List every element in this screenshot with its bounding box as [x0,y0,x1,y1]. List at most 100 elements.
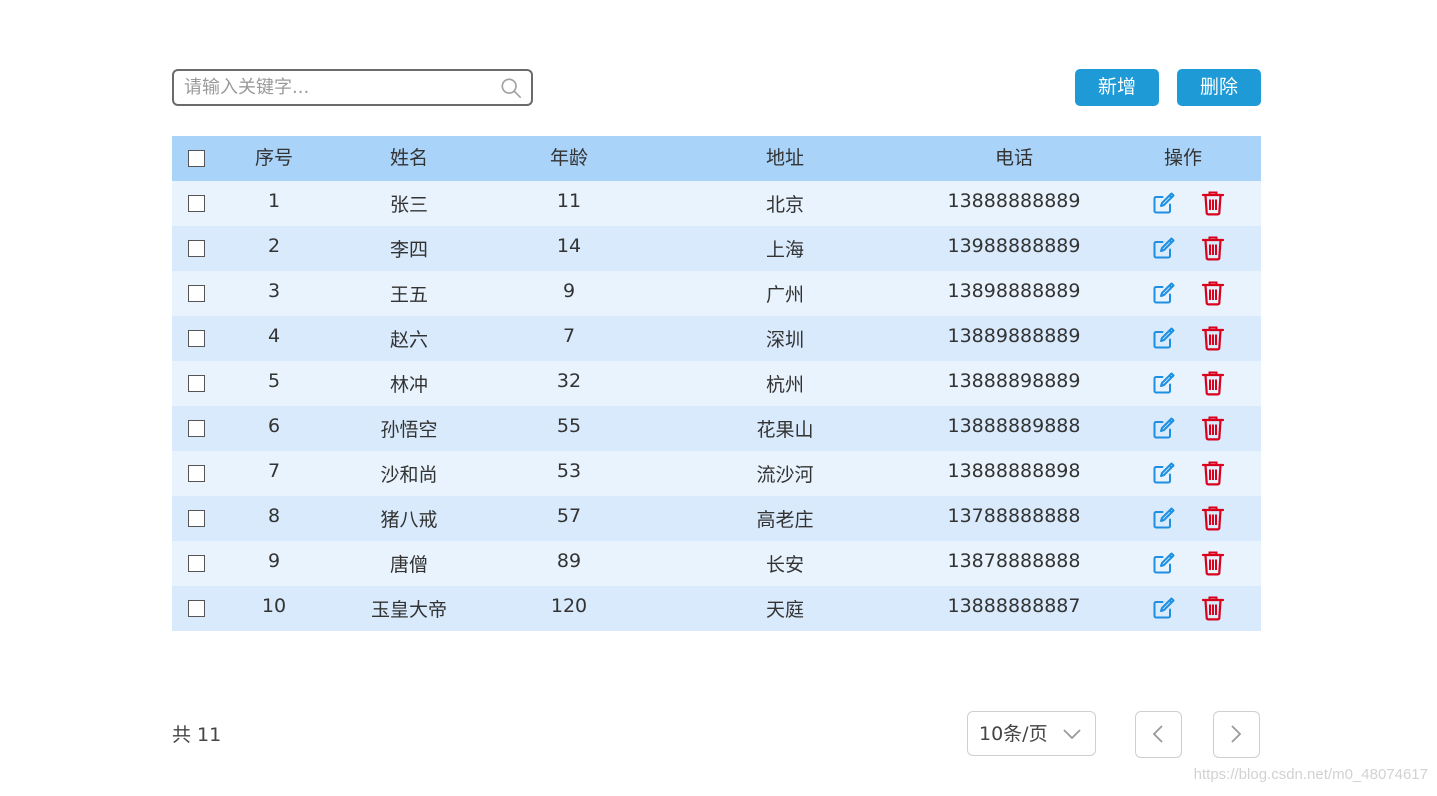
cell-index: 10 [261,595,287,617]
header-address: 地址 [765,147,804,169]
page-size-label: 10条/页 [979,723,1048,745]
cell-address: 花果山 [756,419,814,441]
select-all-checkbox[interactable] [188,150,205,167]
watermark: https://blog.csdn.net/m0_48074617 [1193,766,1428,783]
cell-phone: 13878888888 [947,550,1081,572]
cell-age: 9 [562,280,576,302]
edit-icon[interactable] [1152,371,1176,395]
row-checkbox[interactable] [188,510,205,527]
table-header-row: 序号 姓名 年龄 地址 电话 操作 [172,136,1261,181]
chevron-left-icon [1152,725,1163,743]
row-checkbox[interactable] [188,555,205,572]
cell-name: 赵六 [389,329,428,351]
cell-address: 天庭 [765,599,804,621]
cell-age: 14 [556,235,582,257]
trash-icon[interactable] [1201,415,1225,441]
cell-name: 王五 [389,284,428,306]
row-checkbox[interactable] [188,465,205,482]
cell-age: 89 [556,550,582,572]
edit-icon[interactable] [1152,281,1176,305]
search-icon[interactable] [500,77,522,99]
search-input[interactable] [184,71,484,104]
cell-address: 长安 [765,554,804,576]
edit-icon[interactable] [1152,191,1176,215]
chevron-down-icon [1063,729,1081,740]
cell-index: 4 [267,325,281,347]
cell-age: 7 [562,325,576,347]
header-age: 年龄 [549,147,588,169]
trash-icon[interactable] [1201,460,1225,486]
prev-page-button[interactable] [1135,711,1182,758]
edit-icon[interactable] [1152,236,1176,260]
cell-address: 广州 [765,284,804,306]
cell-age: 120 [550,595,588,617]
add-button[interactable]: 新增 [1075,69,1159,106]
cell-name: 孙悟空 [380,419,438,441]
row-checkbox[interactable] [188,195,205,212]
cell-age: 53 [556,460,582,482]
row-checkbox[interactable] [188,375,205,392]
cell-phone: 13889888889 [947,325,1081,347]
cell-index: 5 [267,370,281,392]
header-phone: 电话 [994,147,1033,169]
trash-icon[interactable] [1201,550,1225,576]
cell-name: 林冲 [389,374,428,396]
edit-icon[interactable] [1152,461,1176,485]
cell-index: 8 [267,505,281,527]
page-size-select[interactable]: 10条/页 [967,711,1096,756]
delete-button[interactable]: 删除 [1177,69,1261,106]
cell-phone: 13888888889 [947,190,1081,212]
trash-icon[interactable] [1201,190,1225,216]
row-checkbox[interactable] [188,600,205,617]
table-row: 7 沙和尚 53 流沙河 13888888898 [172,451,1261,496]
edit-icon[interactable] [1152,416,1176,440]
cell-address: 高老庄 [756,509,814,531]
chevron-right-icon [1231,725,1242,743]
cell-name: 李四 [389,239,428,261]
cell-address: 深圳 [765,329,804,351]
header-name: 姓名 [389,147,428,169]
header-actions: 操作 [1163,147,1202,169]
trash-icon[interactable] [1201,325,1225,351]
cell-address: 北京 [765,194,804,216]
row-checkbox[interactable] [188,420,205,437]
cell-index: 2 [267,235,281,257]
cell-phone: 13788888888 [947,505,1081,527]
trash-icon[interactable] [1201,370,1225,396]
cell-address: 流沙河 [756,464,814,486]
table-row: 6 孙悟空 55 花果山 13888889888 [172,406,1261,451]
next-page-button[interactable] [1213,711,1260,758]
edit-icon[interactable] [1152,326,1176,350]
table-row: 1 张三 11 北京 13888888889 [172,181,1261,226]
cell-age: 55 [556,415,582,437]
trash-icon[interactable] [1201,505,1225,531]
row-checkbox[interactable] [188,240,205,257]
cell-name: 沙和尚 [380,464,438,486]
cell-name: 唐僧 [389,554,428,576]
edit-icon[interactable] [1152,506,1176,530]
table-row: 10 玉皇大帝 120 天庭 13888888887 [172,586,1261,631]
cell-name: 玉皇大帝 [370,599,447,621]
table-row: 5 林冲 32 杭州 13888898889 [172,361,1261,406]
cell-phone: 13988888889 [947,235,1081,257]
table-row: 8 猪八戒 57 高老庄 13788888888 [172,496,1261,541]
row-checkbox[interactable] [188,285,205,302]
trash-icon[interactable] [1201,280,1225,306]
cell-age: 32 [556,370,582,392]
cell-age: 11 [556,190,582,212]
data-table: 序号 姓名 年龄 地址 电话 操作 1 张三 11 北京 13888888889 2 李四 1… [172,136,1261,631]
trash-icon[interactable] [1201,235,1225,261]
cell-phone: 13898888889 [947,280,1081,302]
cell-index: 6 [267,415,281,437]
total-count: 共 11 [172,724,222,746]
edit-icon[interactable] [1152,596,1176,620]
cell-phone: 13888888898 [947,460,1081,482]
edit-icon[interactable] [1152,551,1176,575]
cell-index: 1 [267,190,281,212]
cell-address: 杭州 [765,374,804,396]
trash-icon[interactable] [1201,595,1225,621]
table-row: 4 赵六 7 深圳 13889888889 [172,316,1261,361]
page: 新增 删除 序号 姓名 年龄 地址 电话 操作 1 张三 11 北京 138888888… [0,0,1437,796]
cell-index: 9 [267,550,281,572]
row-checkbox[interactable] [188,330,205,347]
